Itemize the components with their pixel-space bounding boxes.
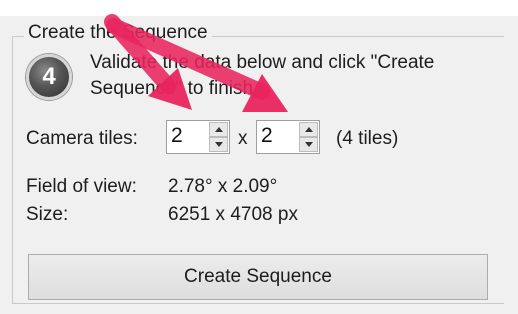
increment-y-button[interactable] (299, 122, 318, 137)
camera-tiles-x-spinner[interactable]: 2 (166, 120, 230, 154)
size-label: Size: (26, 204, 69, 225)
camera-tiles-label: Camera tiles: (26, 128, 138, 149)
decrement-y-button[interactable] (299, 137, 318, 152)
arrow-up-icon (304, 127, 313, 132)
arrow-down-icon (214, 142, 223, 147)
increment-x-button[interactable] (209, 122, 228, 137)
size-value: 6251 x 4708 px (168, 204, 298, 225)
instructions-text: Validate the data below and click "Creat… (90, 52, 435, 99)
field-of-view-label: Field of view: (26, 176, 137, 197)
camera-tiles-x-value[interactable]: 2 (171, 124, 183, 148)
camera-tiles-y-value[interactable]: 2 (261, 124, 273, 148)
arrow-down-icon (304, 142, 313, 147)
create-sequence-button[interactable]: Create Sequence (28, 254, 488, 300)
decrement-x-button[interactable] (209, 137, 228, 152)
top-strip (0, 0, 518, 16)
step-number-badge: 4 (26, 54, 72, 100)
arrow-up-icon (214, 127, 223, 132)
group-title: Create the Sequence (24, 22, 212, 44)
tiles-separator: x (238, 128, 248, 149)
field-of-view-value: 2.78° x 2.09° (168, 176, 278, 197)
tiles-total: (4 tiles) (336, 128, 399, 149)
camera-tiles-y-spinner[interactable]: 2 (256, 120, 320, 154)
